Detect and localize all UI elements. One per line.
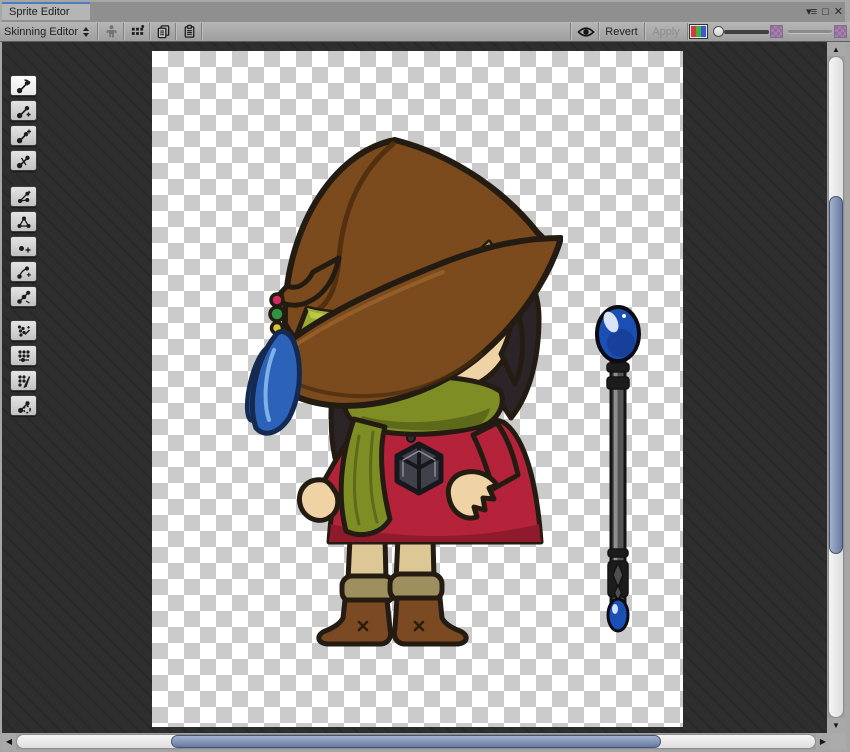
tool-create-edge-button[interactable] — [10, 261, 37, 282]
tool-edit-bone-button[interactable] — [10, 100, 37, 121]
horizontal-scroll-track[interactable] — [16, 734, 816, 749]
character-sprite[interactable] — [243, 126, 563, 648]
tool-split-bone-button[interactable] — [10, 150, 37, 171]
zoom-slider-track[interactable] — [724, 30, 769, 34]
tool-preview-pose-button[interactable] — [10, 75, 37, 96]
tool-weight-slider-button[interactable] — [10, 345, 37, 366]
staff-sprite[interactable] — [593, 303, 643, 635]
vertical-scroll-thumb[interactable] — [829, 196, 843, 554]
visibility-eye-icon[interactable] — [574, 22, 598, 41]
mode-dropdown-label: Skinning Editor — [4, 26, 78, 38]
tab-strip: Sprite Editor ▾≡ □ ✕ — [2, 2, 845, 22]
scroll-right-icon[interactable]: ▶ — [816, 733, 830, 750]
horizontal-scrollbar[interactable]: ◀ ▶ — [2, 733, 830, 750]
close-icon[interactable]: ✕ — [834, 4, 842, 20]
editor-viewport — [2, 42, 827, 733]
scrollbar-corner — [830, 733, 846, 750]
apply-label: Apply — [652, 26, 680, 38]
tool-weight-brush-button[interactable] — [10, 370, 37, 391]
tool-group-bones — [10, 75, 37, 171]
pose-doll-icon — [101, 22, 122, 41]
mip-texture-icon — [834, 25, 847, 38]
rgb-channels-icon[interactable] — [690, 22, 707, 41]
scroll-left-icon[interactable]: ◀ — [2, 733, 16, 750]
paste-icon[interactable] — [179, 22, 200, 41]
tool-group-weights — [10, 320, 37, 416]
updown-arrows-icon — [83, 27, 89, 37]
revert-button[interactable]: Revert — [600, 22, 643, 41]
vertical-scroll-track[interactable] — [828, 56, 844, 718]
revert-label: Revert — [605, 26, 637, 38]
tab-title: Sprite Editor — [9, 6, 70, 18]
sprite-frames-icon[interactable] — [127, 22, 148, 41]
skinning-tool-palette — [10, 75, 37, 420]
maximize-icon[interactable]: □ — [822, 4, 828, 20]
tool-create-vertex-button[interactable] — [10, 236, 37, 257]
mip-texture-icon — [770, 25, 783, 38]
scroll-up-icon[interactable]: ▲ — [827, 42, 845, 56]
tool-create-bone-button[interactable] — [10, 125, 37, 146]
tool-group-geometry — [10, 186, 37, 307]
tab-sprite-editor[interactable]: Sprite Editor — [2, 2, 90, 20]
toolbar: Skinning Editor — [0, 22, 850, 42]
mip-slider-track[interactable] — [788, 30, 832, 33]
tool-auto-weights-button[interactable] — [10, 320, 37, 341]
window-menu-icon[interactable]: ▾≡ — [806, 4, 816, 20]
tool-split-edge-button[interactable] — [10, 286, 37, 307]
horizontal-scroll-thumb[interactable] — [171, 735, 661, 748]
tool-bone-influence-button[interactable] — [10, 395, 37, 416]
scroll-down-icon[interactable]: ▼ — [827, 718, 845, 733]
window-controls: ▾≡ □ ✕ — [806, 4, 842, 20]
mode-dropdown[interactable]: Skinning Editor — [4, 22, 89, 41]
vertical-scrollbar[interactable]: ▲ ▼ — [827, 42, 845, 733]
tool-edit-geometry-button[interactable] — [10, 211, 37, 232]
apply-button[interactable]: Apply — [646, 22, 686, 41]
copy-icon[interactable] — [153, 22, 174, 41]
zoom-slider-knob[interactable] — [713, 26, 724, 37]
tool-auto-geometry-button[interactable] — [10, 186, 37, 207]
